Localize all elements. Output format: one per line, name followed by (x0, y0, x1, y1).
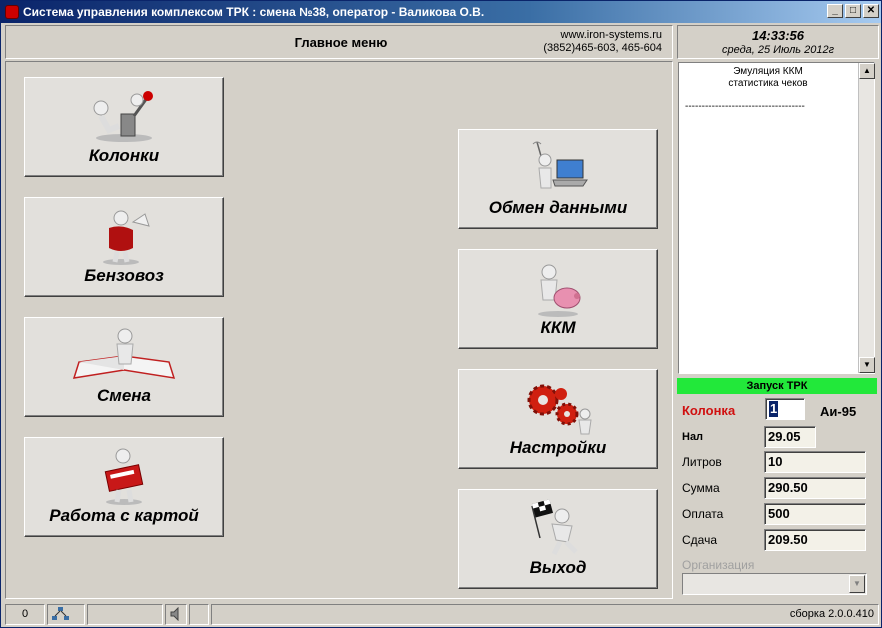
pump-figure-icon (93, 91, 153, 142)
pumps-button[interactable]: Колонки (24, 77, 224, 177)
card-figure-icon (104, 448, 144, 505)
speaker-icon[interactable] (165, 604, 187, 625)
sum-field[interactable]: 290.50 (764, 477, 866, 499)
chevron-down-icon[interactable]: ▼ (849, 575, 865, 593)
tanker-figure-icon (103, 210, 150, 265)
liters-field[interactable]: 10 (764, 451, 866, 473)
gears-figure-icon (527, 384, 592, 435)
maximize-button[interactable]: □ (845, 4, 861, 18)
scroll-down-icon[interactable]: ▼ (859, 357, 875, 373)
payment-label: Оплата (682, 507, 724, 521)
title-bar[interactable]: Система управления комплексом ТРК : смен… (1, 1, 881, 23)
log-line-stats: статистика чеков (728, 78, 808, 89)
change-field[interactable]: 209.50 (764, 529, 866, 551)
trk-panel-header: Запуск ТРК (677, 378, 877, 394)
organization-select[interactable]: ▼ (682, 573, 867, 595)
close-button[interactable]: ✕ (863, 4, 879, 18)
log-text: Эмуляция ККМ статистика чеков (683, 66, 853, 90)
tanker-button[interactable]: Бензовоз (24, 197, 224, 297)
receipt-log-panel[interactable]: Эмуляция ККМ статистика чеков ----------… (678, 62, 875, 374)
book-figure-icon (72, 328, 176, 379)
trk-launch-panel: Запуск ТРК Колонка 1 Аи-95 Нал 29.05 Лит… (677, 378, 877, 598)
status-counter: 0 (5, 604, 45, 625)
kkm-button[interactable]: ККМ (458, 249, 658, 349)
pump-label: Колонка (682, 403, 736, 418)
current-date: среда, 25 Июль 2012г (721, 44, 835, 56)
checkered-flag-figure-icon (531, 499, 578, 556)
fuel-type: Аи-95 (820, 404, 857, 419)
pump-number-input[interactable]: 1 (765, 398, 805, 420)
log-scrollbar[interactable]: ▲ ▼ (858, 63, 875, 373)
kkm-button-label: ККМ (540, 318, 576, 337)
card-button[interactable]: Работа с картой (24, 437, 224, 537)
card-button-label: Работа с картой (49, 506, 199, 525)
exchange-button-label: Обмен данными (488, 198, 628, 217)
cash-field[interactable]: 29.05 (764, 426, 816, 448)
phone-numbers: (3852)465-603, 465-604 (543, 42, 662, 54)
cash-label: Нал (682, 431, 704, 443)
liters-label: Литров (682, 455, 722, 469)
contact-info: www.iron-systems.ru (3852)465-603, 465-6… (543, 29, 662, 55)
current-time: 14:33:56 (751, 28, 805, 43)
scroll-up-icon[interactable]: ▲ (859, 63, 875, 79)
exit-button-label: Выход (529, 558, 587, 577)
exchange-button[interactable]: Обмен данными (458, 129, 658, 229)
minimize-button[interactable]: _ (827, 4, 843, 18)
organization-label: Организация (682, 558, 755, 572)
pumps-button-label: Колонки (88, 146, 160, 165)
shift-button-label: Смена (96, 386, 152, 405)
piggybank-figure-icon (538, 264, 581, 317)
pump-number-value: 1 (769, 401, 779, 417)
sum-label: Сумма (682, 481, 720, 495)
website-link: www.iron-systems.ru (560, 29, 662, 41)
payment-field[interactable]: 500 (764, 503, 866, 525)
network-icon (47, 604, 85, 625)
window-title: Система управления комплексом ТРК : смен… (23, 5, 485, 19)
build-version: сборка 2.0.0.410 (211, 604, 879, 625)
header-panel: Главное меню www.iron-systems.ru (3852)4… (5, 25, 673, 59)
status-cell-empty (87, 604, 163, 625)
main-window: Система управления комплексом ТРК : смен… (0, 0, 882, 628)
laptop-figure-icon (532, 141, 588, 189)
status-cell-blank (189, 604, 209, 625)
settings-button[interactable]: Настройки (458, 369, 658, 469)
clock-panel: 14:33:56 среда, 25 Июль 2012г (677, 25, 879, 59)
status-bar: 0 сборка 2.0.0.410 (1, 604, 881, 627)
log-separator: ------------------------------------ (685, 101, 805, 112)
exit-button[interactable]: Выход (458, 489, 658, 589)
tanker-button-label: Бензовоз (84, 266, 164, 285)
shift-button[interactable]: Смена (24, 317, 224, 417)
change-label: Сдача (682, 533, 718, 547)
log-line-emulation: Эмуляция ККМ (733, 66, 803, 77)
settings-button-label: Настройки (509, 438, 607, 457)
app-icon (5, 5, 19, 19)
